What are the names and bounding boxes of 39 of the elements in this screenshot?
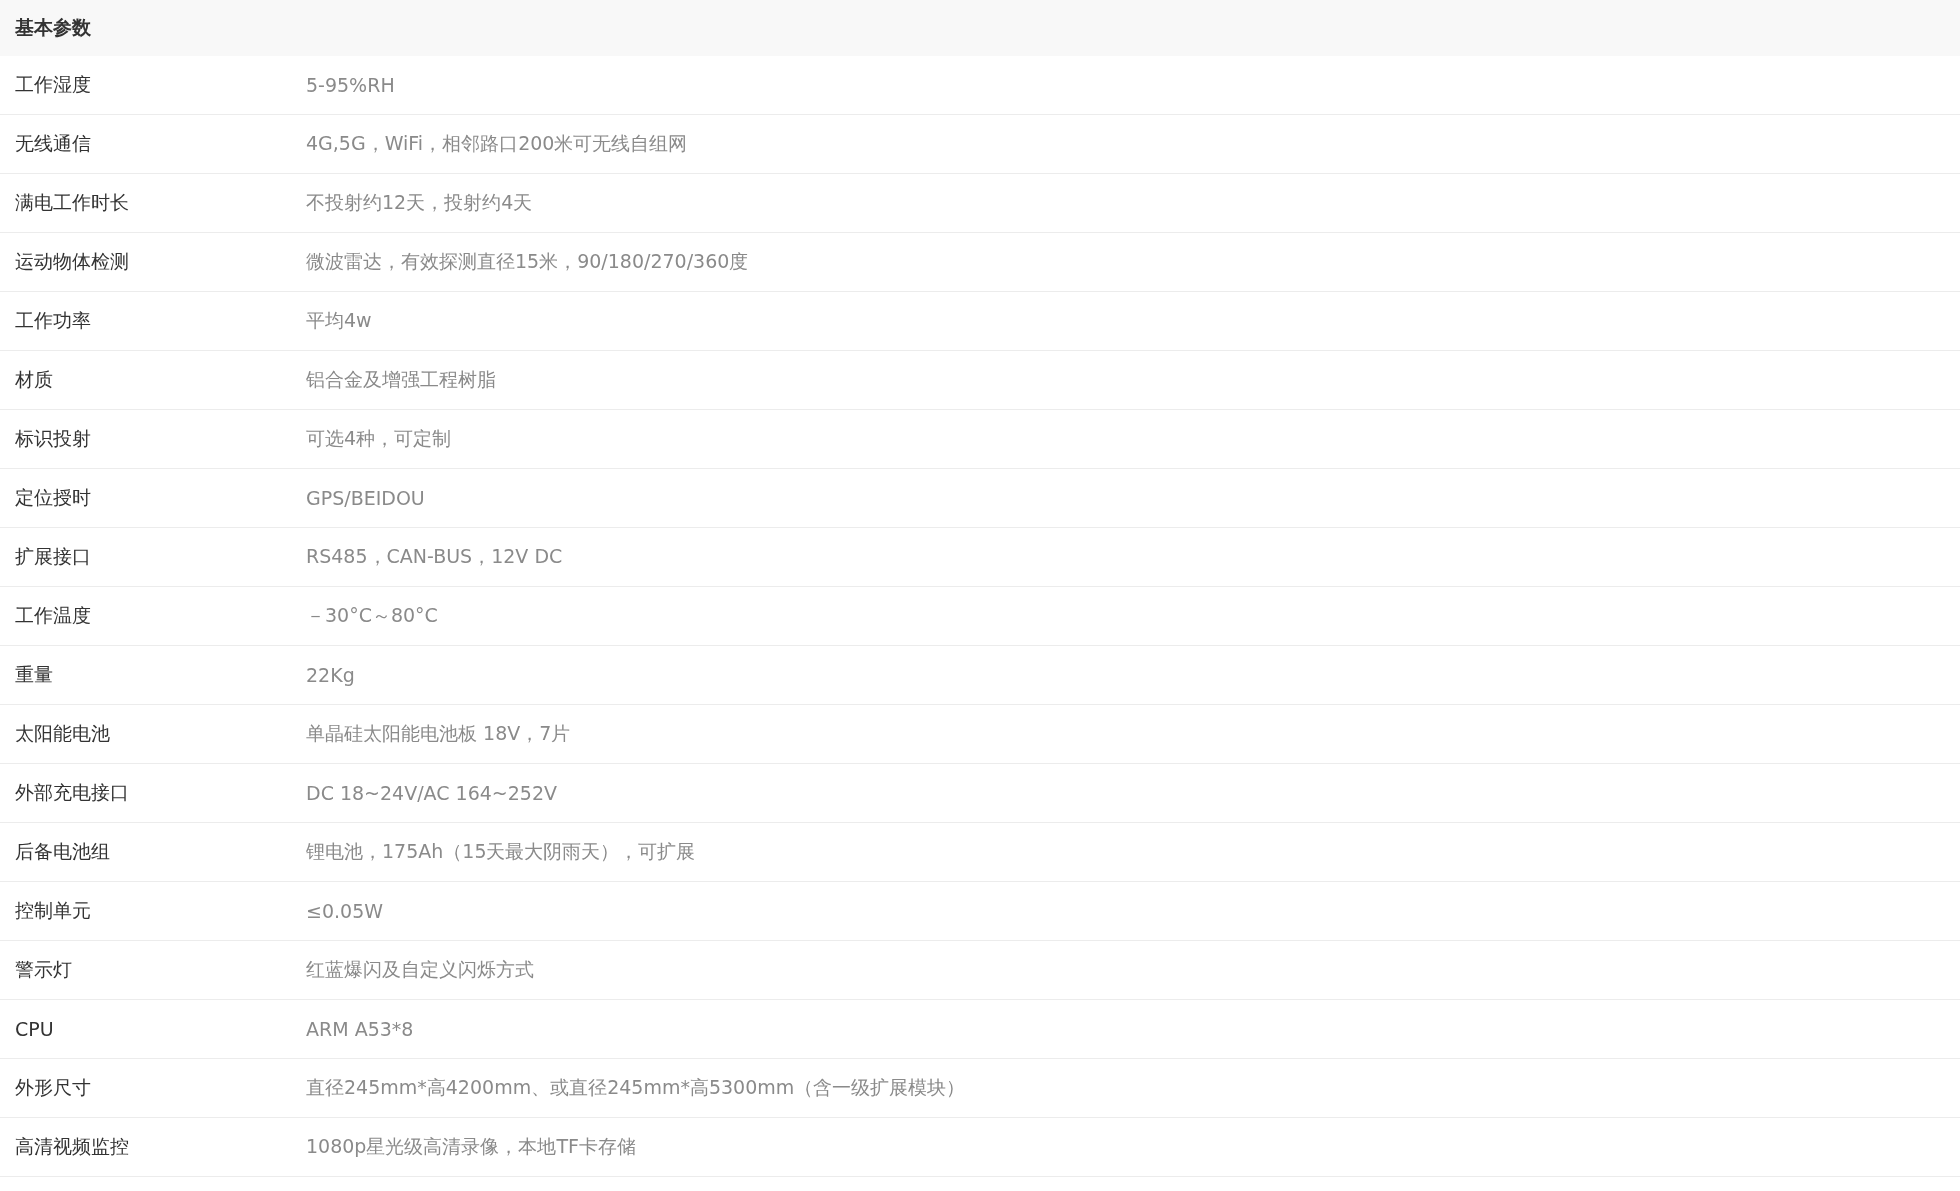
spec-label: 控制单元 xyxy=(15,898,91,923)
spec-label: 后备电池组 xyxy=(15,839,110,864)
spec-value: －30°C～80°C xyxy=(306,603,438,628)
spec-label: 扩展接口 xyxy=(15,544,91,569)
spec-label: 工作温度 xyxy=(15,603,91,628)
spec-label: 外形尺寸 xyxy=(15,1075,91,1100)
spec-value: 铝合金及增强工程树脂 xyxy=(306,367,496,392)
spec-value: 红蓝爆闪及自定义闪烁方式 xyxy=(306,957,534,982)
spec-value: 直径245mm*高4200mm、或直径245mm*高5300mm（含一级扩展模块） xyxy=(306,1075,966,1100)
spec-value: 5-95%RH xyxy=(306,74,395,96)
spec-label: 定位授时 xyxy=(15,485,91,510)
spec-value: 锂电池，175Ah（15天最大阴雨天），可扩展 xyxy=(306,839,696,864)
spec-value: 单晶硅太阳能电池板 18V，7片 xyxy=(306,721,571,746)
spec-label: 无线通信 xyxy=(15,131,91,156)
spec-label: CPU xyxy=(15,1018,54,1040)
spec-label: 高清视频监控 xyxy=(15,1134,129,1159)
section-title: 基本参数 xyxy=(15,15,91,40)
spec-label: 工作湿度 xyxy=(15,72,91,97)
spec-value: DC 18~24V/AC 164~252V xyxy=(306,782,558,804)
spec-value: 微波雷达，有效探测直径15米，90/180/270/360度 xyxy=(306,249,749,274)
spec-value: 可选4种，可定制 xyxy=(306,426,452,451)
spec-label: 运动物体检测 xyxy=(15,249,129,274)
spec-value: 1080p星光级高清录像，本地TF卡存储 xyxy=(306,1134,636,1159)
spec-value: GPS/BEIDOU xyxy=(306,487,425,509)
spec-value: ≤0.05W xyxy=(306,900,383,922)
spec-label: 外部充电接口 xyxy=(15,780,129,805)
spec-label: 标识投射 xyxy=(15,426,91,451)
spec-label: 重量 xyxy=(15,662,53,687)
spec-value: 22Kg xyxy=(306,664,355,686)
spec-label: 满电工作时长 xyxy=(15,190,129,215)
spec-label: 材质 xyxy=(15,367,53,392)
spec-value: 不投射约12天，投射约4天 xyxy=(306,190,533,215)
spec-label: 工作功率 xyxy=(15,308,91,333)
spec-value: RS485，CAN-BUS，12V DC xyxy=(306,544,563,569)
spec-value: 4G,5G，WiFi，相邻路口200米可无线自组网 xyxy=(306,131,688,156)
spec-value: 平均4w xyxy=(306,308,372,333)
spec-label: 太阳能电池 xyxy=(15,721,110,746)
spec-label: 警示灯 xyxy=(15,957,72,982)
spec-value: ARM A53*8 xyxy=(306,1018,414,1040)
